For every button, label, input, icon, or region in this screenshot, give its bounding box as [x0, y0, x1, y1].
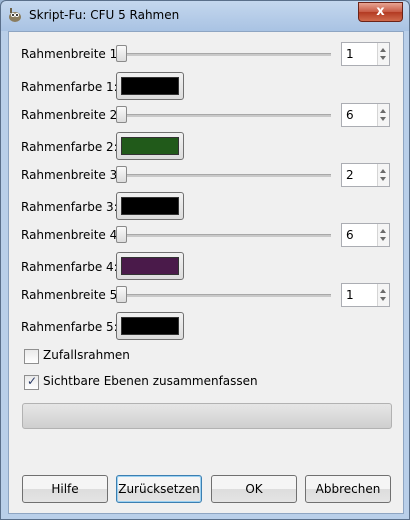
rahmenbreite-3-label: Rahmenbreite 3: — [21, 168, 122, 182]
rahmenfarbe-5-label: Rahmenfarbe 5: — [21, 320, 118, 334]
close-icon: x — [376, 4, 385, 19]
color-swatch — [121, 197, 179, 215]
spin-arrows[interactable] — [377, 284, 389, 306]
rahmenbreite-5-spinbox[interactable]: 1 — [341, 283, 390, 307]
rahmenbreite-3-value: 2 — [346, 168, 354, 182]
rahmenbreite-3-spinbox[interactable]: 2 — [341, 163, 390, 187]
rahmenbreite-1-value: 1 — [346, 47, 354, 61]
rahmenbreite-5-slider-handle[interactable] — [116, 286, 127, 303]
spin-up-icon[interactable] — [380, 229, 386, 233]
rahmenbreite-4-value: 6 — [346, 228, 354, 242]
close-button[interactable]: x — [358, 2, 403, 22]
rahmenbreite-4-spinbox[interactable]: 6 — [341, 223, 390, 247]
help-button[interactable]: Hilfe — [22, 475, 108, 503]
rahmenbreite-1-slider[interactable] — [119, 53, 331, 56]
spin-down-icon[interactable] — [380, 56, 386, 60]
rahmenbreite-2-slider-handle[interactable] — [116, 106, 127, 123]
dialog-content: Rahmenbreite 1: 1 Rahmenfarbe 1: Rahmenb… — [8, 31, 404, 514]
color-swatch — [121, 317, 179, 335]
spin-up-icon[interactable] — [380, 109, 386, 113]
spin-up-icon[interactable] — [380, 289, 386, 293]
rahmenfarbe-3-label: Rahmenfarbe 3: — [21, 200, 118, 214]
progress-bar — [22, 403, 392, 429]
rahmenbreite-2-spinbox[interactable]: 6 — [341, 103, 390, 127]
rahmenbreite-5-value: 1 — [346, 288, 354, 302]
rahmenbreite-3-slider[interactable] — [119, 174, 331, 177]
spin-up-icon[interactable] — [380, 169, 386, 173]
help-button-label: Hilfe — [51, 482, 79, 496]
cancel-button[interactable]: Abbrechen — [305, 475, 391, 503]
window-title: Skript-Fu: CFU 5 Rahmen — [29, 8, 180, 22]
rahmenbreite-4-slider[interactable] — [119, 234, 331, 237]
rahmenbreite-2-value: 6 — [346, 108, 354, 122]
ok-button[interactable]: OK — [211, 475, 297, 503]
sichtbare-ebenen-checkbox[interactable]: ✓ — [24, 374, 39, 390]
rahmenfarbe-2-color-button[interactable] — [116, 132, 184, 160]
reset-button-label: Zurücksetzen — [118, 482, 200, 496]
rahmenbreite-1-slider-handle[interactable] — [116, 45, 127, 62]
spin-arrows[interactable] — [377, 104, 389, 126]
ok-button-label: OK — [245, 482, 263, 496]
spin-arrows[interactable] — [377, 224, 389, 246]
color-swatch — [121, 77, 179, 95]
zufallsrahmen-label[interactable]: Zufallsrahmen — [43, 348, 130, 362]
gimp-wilber-icon — [9, 8, 21, 22]
rahmenfarbe-1-color-button[interactable] — [116, 72, 184, 100]
rahmenfarbe-4-color-button[interactable] — [116, 252, 184, 280]
color-swatch — [121, 257, 179, 275]
sichtbare-ebenen-label[interactable]: Sichtbare Ebenen zusammenfassen — [43, 374, 258, 388]
spin-down-icon[interactable] — [380, 117, 386, 121]
zufallsrahmen-checkbox[interactable] — [24, 349, 39, 364]
spin-down-icon[interactable] — [380, 177, 386, 181]
spin-down-icon[interactable] — [380, 237, 386, 241]
spin-arrows[interactable] — [377, 43, 389, 65]
rahmenbreite-4-slider-handle[interactable] — [116, 226, 127, 243]
cancel-button-label: Abbrechen — [315, 482, 381, 496]
checkmark-icon: ✓ — [27, 374, 38, 388]
rahmenbreite-1-label: Rahmenbreite 1: — [21, 47, 122, 61]
rahmenfarbe-5-color-button[interactable] — [116, 312, 184, 340]
color-swatch — [121, 137, 179, 155]
rahmenbreite-3-slider-handle[interactable] — [116, 166, 127, 183]
rahmenfarbe-4-label: Rahmenfarbe 4: — [21, 260, 118, 274]
rahmenfarbe-1-label: Rahmenfarbe 1: — [21, 80, 118, 94]
reset-button[interactable]: Zurücksetzen — [116, 475, 202, 503]
rahmenbreite-4-label: Rahmenbreite 4: — [21, 228, 122, 242]
rahmenbreite-2-slider[interactable] — [119, 114, 331, 117]
rahmenbreite-2-label: Rahmenbreite 2: — [21, 108, 122, 122]
rahmenbreite-1-spinbox[interactable]: 1 — [341, 42, 390, 66]
rahmenbreite-5-slider[interactable] — [119, 294, 331, 297]
spin-down-icon[interactable] — [380, 297, 386, 301]
spin-arrows[interactable] — [377, 164, 389, 186]
rahmenbreite-5-label: Rahmenbreite 5: — [21, 288, 122, 302]
spin-up-icon[interactable] — [380, 48, 386, 52]
dialog-window: Skript-Fu: CFU 5 Rahmen x Rahmenbreite 1… — [0, 0, 410, 520]
title-bar[interactable]: Skript-Fu: CFU 5 Rahmen x — [1, 1, 409, 31]
rahmenfarbe-3-color-button[interactable] — [116, 192, 184, 220]
rahmenfarbe-2-label: Rahmenfarbe 2: — [21, 140, 118, 154]
